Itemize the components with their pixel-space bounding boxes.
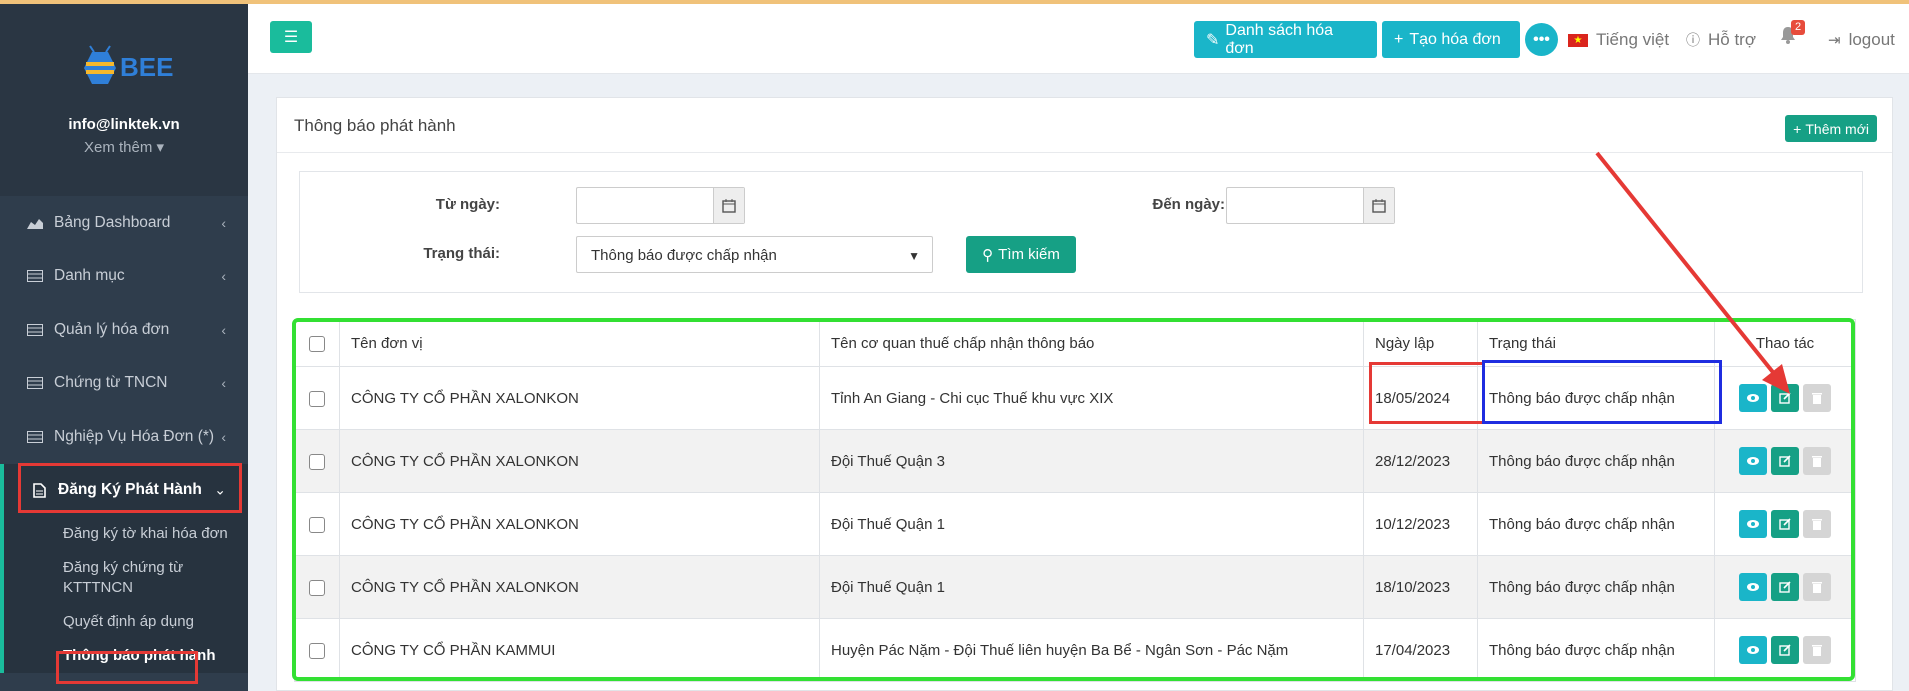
user-email: info@linktek.vn: [68, 116, 180, 133]
sidebar-item-label: Danh mục: [54, 267, 125, 285]
area-chart-icon: [26, 216, 44, 230]
sign-out-icon: ⇥: [1828, 32, 1841, 49]
invoice-list-label: Danh sách hóa đơn: [1225, 21, 1334, 57]
user-profile: BEE info@linktek.vn Xem thêm ▾: [0, 4, 248, 196]
sidebar-item-label: Nghiệp Vụ Hóa Đơn (*): [54, 427, 215, 445]
submenu-item-invoice-declaration[interactable]: Đăng ký tờ khai hóa đơn: [4, 517, 248, 551]
from-date-input[interactable]: [576, 187, 745, 224]
annotation-red-box-date: [1369, 362, 1485, 424]
status-select-value: Thông báo được chấp nhận: [591, 247, 777, 264]
plus-icon: +: [1793, 120, 1802, 137]
page-title: Thông báo phát hành: [294, 116, 456, 135]
plus-icon: +: [1394, 30, 1404, 48]
support-label: Hỗ trợ: [1708, 30, 1756, 49]
bars-icon: ☰: [283, 29, 299, 46]
chevron-left-icon: ‹: [221, 375, 226, 392]
chevron-left-icon: ‹: [221, 428, 226, 445]
logo-text: BEE: [120, 52, 173, 82]
from-date-label: Từ ngày:: [435, 196, 500, 213]
language-selector[interactable]: ★ Tiếng việt: [1568, 30, 1669, 50]
sidebar-item-dashboard[interactable]: Bảng Dashboard ‹: [0, 196, 248, 250]
edit-list-icon: ✎: [1206, 31, 1220, 49]
sidebar-item-invoice-operations[interactable]: Nghiệp Vụ Hóa Đơn (*) ‹: [0, 410, 248, 464]
sidebar-item-label: Chứng từ TNCN: [54, 374, 168, 392]
status-label: Trạng thái:: [423, 245, 500, 262]
search-label: Tìm kiếm: [998, 246, 1060, 263]
logout-link[interactable]: ⇥ logout: [1828, 30, 1895, 50]
list-table-icon: [26, 269, 44, 283]
search-icon: ⚲: [982, 246, 994, 264]
calendar-icon[interactable]: [713, 188, 744, 223]
annotation-red-box-submenu: [56, 651, 198, 684]
calendar-icon[interactable]: [1363, 188, 1394, 223]
language-label: Tiếng việt: [1596, 30, 1670, 49]
filter-form: Từ ngày: Đến ngày: Trạng thái: Thông báo…: [299, 171, 1863, 293]
chevron-left-icon: ‹: [221, 268, 226, 285]
list-icon: [26, 323, 44, 337]
sidebar-item-tncn-documents[interactable]: Chứng từ TNCN ‹: [0, 357, 248, 411]
add-new-label: Thêm mới: [1805, 120, 1869, 137]
search-button[interactable]: ⚲ Tìm kiếm: [966, 236, 1076, 273]
submenu-item-applied-decision[interactable]: Quyết định áp dụng: [4, 605, 248, 639]
annotation-red-box-menu: [18, 463, 242, 513]
create-invoice-label: Tạo hóa đơn: [1409, 30, 1501, 48]
chevron-left-icon: ‹: [221, 321, 226, 338]
add-new-button[interactable]: + Thêm mới: [1785, 115, 1877, 142]
status-select[interactable]: Thông báo được chấp nhận ▼: [576, 236, 933, 273]
annotation-blue-box-status: [1482, 360, 1722, 424]
sidebar-item-label: Quản lý hóa đơn: [54, 320, 170, 338]
sidebar-submenu: Đăng ký tờ khai hóa đơn Đăng ký chứng từ…: [0, 517, 248, 673]
to-date-label: Đến ngày:: [1152, 196, 1225, 213]
more-options-button[interactable]: •••: [1525, 23, 1558, 56]
notification-count-badge: 2: [1791, 20, 1806, 35]
bee-logo: BEE: [84, 45, 173, 84]
vietnam-flag-icon: ★: [1568, 33, 1588, 47]
invoice-list-button[interactable]: ✎ Danh sách hóa đơn: [1194, 21, 1377, 58]
sidebar-item-categories[interactable]: Danh mục ‹: [0, 250, 248, 304]
logout-label: logout: [1848, 30, 1895, 49]
sidebar-item-invoice-management[interactable]: Quản lý hóa đơn ‹: [0, 303, 248, 357]
hamburger-menu-button[interactable]: ☰: [270, 21, 312, 53]
sidebar: BEE info@linktek.vn Xem thêm ▾ Bảng Dash…: [0, 4, 248, 691]
panel-header: Thông báo phát hành + Thêm mới: [277, 98, 1892, 153]
chevron-left-icon: ‹: [221, 214, 226, 231]
to-date-input[interactable]: [1226, 187, 1395, 224]
list-icon: [26, 376, 44, 390]
submenu-item-kttncn-registration[interactable]: Đăng ký chứng từ KTTTNCN: [4, 551, 248, 605]
list-icon: [26, 430, 44, 444]
info-circle-icon: ⓘ: [1686, 32, 1700, 48]
sidebar-item-label: Bảng Dashboard: [54, 213, 171, 231]
see-more-label: Xem thêm: [83, 139, 153, 156]
create-invoice-button[interactable]: + Tạo hóa đơn: [1382, 21, 1520, 58]
caret-down-icon: ▼: [908, 249, 920, 263]
support-link[interactable]: ⓘ Hỗ trợ: [1686, 30, 1756, 50]
topbar: ☰ ✎ Danh sách hóa đơn + Tạo hóa đơn ••• ★ T…: [248, 4, 1909, 74]
caret-down-icon: ▾: [156, 139, 165, 156]
see-more-toggle[interactable]: Xem thêm ▾: [0, 138, 248, 156]
